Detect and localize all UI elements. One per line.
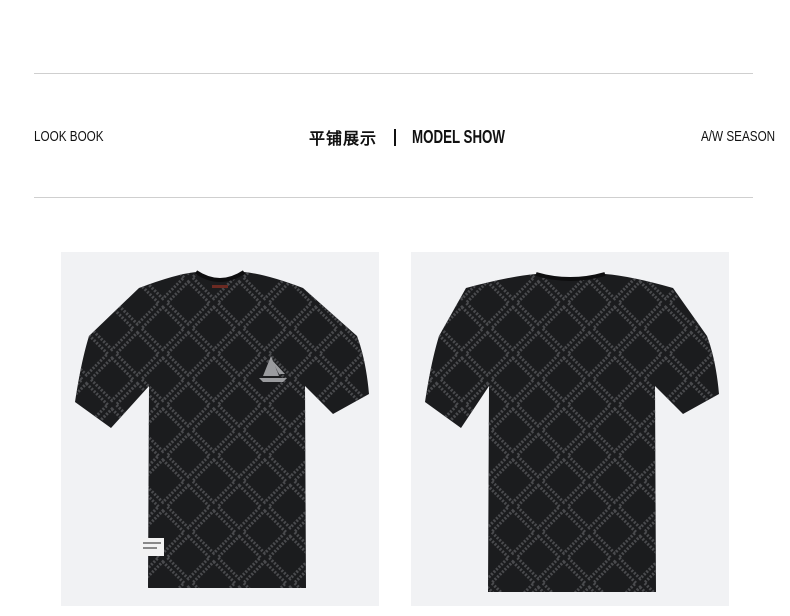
section-title-en: MODEL SHOW xyxy=(412,126,506,147)
section-title-cn: 平铺展示 xyxy=(309,129,378,148)
title-separator xyxy=(394,128,397,146)
tshirt-front-icon xyxy=(75,270,369,588)
bottom-divider xyxy=(34,197,753,198)
top-divider xyxy=(34,73,753,74)
season-label: A/W SEASON xyxy=(701,128,776,145)
back-view-image xyxy=(411,252,729,606)
neck-label-icon xyxy=(212,285,228,288)
look-book-label: LOOK BOOK xyxy=(34,128,104,145)
tshirt-back-icon xyxy=(425,272,719,592)
front-view-image xyxy=(61,252,379,606)
care-label-icon xyxy=(140,538,164,556)
section-title: 平铺展示 MODEL SHOW xyxy=(309,124,538,150)
